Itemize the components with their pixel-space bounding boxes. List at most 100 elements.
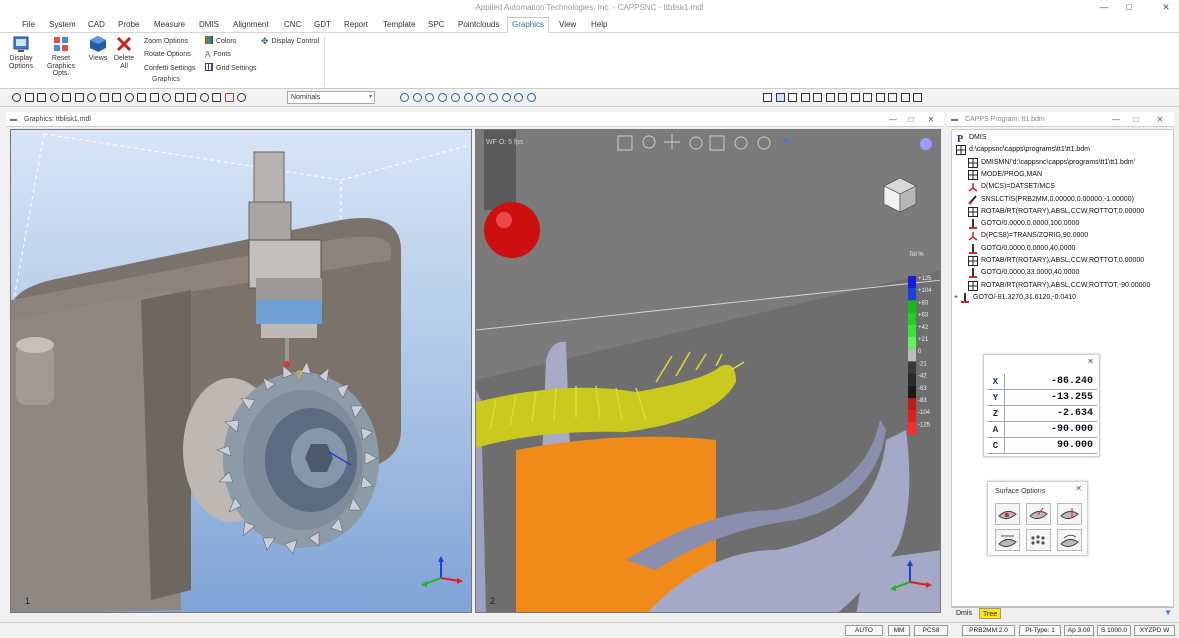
surface-close-icon[interactable]: ✕ xyxy=(1075,484,1082,493)
box-tool-icon[interactable] xyxy=(174,93,184,102)
grid-settings-button[interactable]: Grid Settings xyxy=(205,63,256,74)
menu-dmis[interactable]: DMIS xyxy=(197,18,221,32)
zoom-window-icon[interactable] xyxy=(617,135,633,151)
zoom-view-tool-icon[interactable] xyxy=(488,93,498,102)
cube-display-tool-icon[interactable] xyxy=(825,93,835,102)
arc-tool-icon[interactable] xyxy=(24,93,34,102)
fonts-button[interactable]: A Fonts xyxy=(205,49,231,60)
viewport-1[interactable]: ? 1 xyxy=(10,129,472,613)
tab-tree[interactable]: Tree xyxy=(979,608,1002,619)
probe-tool-icon[interactable] xyxy=(212,93,221,102)
tab-dmis[interactable]: Dmis xyxy=(953,608,975,619)
cone-tool-icon[interactable] xyxy=(62,93,71,102)
cube-tool-icon[interactable] xyxy=(137,93,146,102)
fit-icon[interactable] xyxy=(709,135,725,151)
rotate-options-button[interactable]: Rotate Options xyxy=(144,49,191,60)
pan-icon[interactable] xyxy=(664,134,680,150)
panel-minimize-icon[interactable]: — xyxy=(886,112,900,127)
info-display-tool-icon[interactable] xyxy=(913,93,922,102)
line-tool-icon[interactable] xyxy=(12,93,21,102)
delete-all-button[interactable]: Delete All xyxy=(112,35,136,70)
slot-tool-icon[interactable] xyxy=(124,93,134,102)
table-display-tool-icon[interactable] xyxy=(850,93,860,102)
display-options-button[interactable]: Display Options xyxy=(6,35,36,70)
point-tool-icon[interactable] xyxy=(99,93,109,102)
cylinder-tool-icon[interactable] xyxy=(49,93,59,102)
maximize-icon[interactable]: □ xyxy=(1116,0,1142,15)
sphere-g-view-tool-icon[interactable] xyxy=(476,93,486,102)
settings-icon[interactable] xyxy=(782,137,790,145)
close-icon[interactable]: ✕ xyxy=(1153,0,1179,15)
display-control-button[interactable]: ✥ Display Control xyxy=(261,36,319,47)
view-cube-icon[interactable] xyxy=(734,136,748,150)
menu-alignment[interactable]: Alignment xyxy=(231,18,271,32)
menu-cad[interactable]: CAD xyxy=(86,18,107,32)
sphere-tool-icon[interactable] xyxy=(74,93,84,102)
plane-tool-icon[interactable] xyxy=(87,93,96,102)
panel-restore-icon[interactable]: □ xyxy=(904,112,918,127)
grid-view-tool-icon[interactable] xyxy=(501,93,511,102)
rotate-icon[interactable] xyxy=(689,136,703,150)
menu-probe[interactable]: Probe xyxy=(116,18,141,32)
expand-icon[interactable]: + xyxy=(954,292,958,304)
panel-restore-icon[interactable]: □ xyxy=(1129,112,1143,127)
pin-tool-icon[interactable] xyxy=(224,93,234,102)
plane-display-tool-icon[interactable] xyxy=(813,93,822,102)
menu-pointclouds[interactable]: Pointclouds xyxy=(456,18,501,32)
menu-spc[interactable]: SPC xyxy=(426,18,446,32)
surface-point-button[interactable] xyxy=(1026,503,1051,525)
arrows-view-tool-icon[interactable] xyxy=(527,93,536,102)
gear-display-tool-icon[interactable] xyxy=(900,93,910,102)
curve-tool-icon[interactable] xyxy=(149,93,159,102)
surface-grid-button[interactable] xyxy=(1026,529,1051,551)
minimize-icon[interactable]: — xyxy=(1091,0,1117,15)
surface-edge-button[interactable] xyxy=(1057,503,1082,525)
color-display-tool-icon[interactable] xyxy=(763,93,772,102)
menu-template[interactable]: Template xyxy=(381,18,417,32)
nominals-select[interactable]: Nominals ▾ xyxy=(287,91,375,104)
circle-tool-icon[interactable] xyxy=(37,93,46,102)
zoom-options-button[interactable]: Zoom Options xyxy=(144,36,188,47)
coord-close-icon[interactable]: ✕ xyxy=(1087,357,1094,366)
a-display-tool-icon[interactable] xyxy=(788,93,797,102)
sphere-a-view-tool-icon[interactable] xyxy=(400,93,409,102)
window-view-tool-icon[interactable] xyxy=(514,93,524,102)
menu-view[interactable]: View xyxy=(557,18,578,32)
sphere-d-view-tool-icon[interactable] xyxy=(438,93,448,102)
close-overlay-icon[interactable] xyxy=(920,138,932,150)
colors-button[interactable]: Colors xyxy=(205,36,236,47)
sphere-measure-tool-icon[interactable] xyxy=(237,93,246,102)
grid-display-tool-icon[interactable] xyxy=(838,93,847,102)
menu-report[interactable]: Report xyxy=(342,18,370,32)
menu-measure[interactable]: Measure xyxy=(152,18,187,32)
sphere-b-view-tool-icon[interactable] xyxy=(412,93,422,102)
n-display-tool-icon[interactable] xyxy=(775,93,785,102)
panel-minimize-icon[interactable]: — xyxy=(1109,112,1123,127)
axis-display-tool-icon[interactable] xyxy=(888,93,897,102)
surface-curve-button[interactable] xyxy=(1057,529,1082,551)
render-icon[interactable] xyxy=(757,136,771,150)
square-display-tool-icon[interactable] xyxy=(800,93,810,102)
panel-close-icon[interactable]: ✕ xyxy=(924,112,938,127)
sphere-f-view-tool-icon[interactable] xyxy=(463,93,473,102)
surface-offset-button[interactable] xyxy=(995,529,1020,551)
reset-graphics-button[interactable]: Reset Graphics Opts. xyxy=(38,35,84,78)
sphere-e-view-tool-icon[interactable] xyxy=(450,93,460,102)
edge-tool-icon[interactable] xyxy=(199,93,209,102)
graph-display-tool-icon[interactable] xyxy=(863,93,872,102)
sphere-c-view-tool-icon[interactable] xyxy=(425,93,435,102)
menu-gdt[interactable]: GDT xyxy=(312,18,333,32)
menu-system[interactable]: System xyxy=(47,18,78,32)
surface-normal-button[interactable] xyxy=(995,503,1020,525)
menu-cnc[interactable]: CNC xyxy=(282,18,303,32)
views-button[interactable]: Views xyxy=(87,35,109,63)
zoom-icon[interactable] xyxy=(642,135,656,149)
ellipse-tool-icon[interactable] xyxy=(112,93,121,102)
panel-close-icon[interactable]: ✕ xyxy=(1153,112,1167,127)
menu-graphics[interactable]: Graphics xyxy=(507,17,550,33)
menu-file[interactable]: File xyxy=(20,18,37,32)
viewport-2[interactable]: WF O: 5 fps Tol % +125 +104 +83 +63 +42 +21 xyxy=(475,129,941,613)
tab-pin-icon[interactable]: ▼ xyxy=(1164,608,1172,617)
rotate-display-tool-icon[interactable] xyxy=(875,93,885,102)
menu-help[interactable]: Help xyxy=(589,18,609,32)
